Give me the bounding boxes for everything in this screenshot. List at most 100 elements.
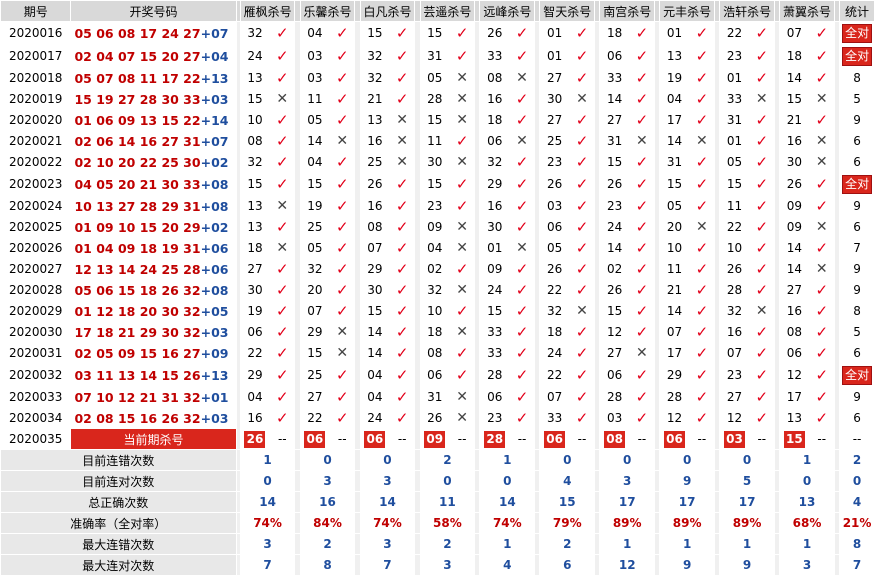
check-icon: ✓ <box>688 258 715 280</box>
check-icon: ✓ <box>389 21 416 45</box>
row-stat: 6 <box>839 407 875 429</box>
header-expert: 乐馨杀号 <box>299 0 356 22</box>
check-icon: ✓ <box>688 342 715 364</box>
kill-number: 07 <box>719 342 750 364</box>
draw-row: 2020022 02 10 20 22 25 30+02 32 ✓ 04 ✓ 25 ✕ 30 ✕ 3… <box>0 151 875 173</box>
header-row: 期号 开奖号码 雁枫杀号 乐馨杀号 白凡杀号 芸遥杀号 远峰杀号 智天杀号 南宫… <box>0 0 875 22</box>
current-dash: -- <box>808 428 835 450</box>
cross-icon: ✕ <box>508 67 536 89</box>
check-icon: ✓ <box>329 258 356 280</box>
check-icon: ✓ <box>688 88 715 110</box>
current-kill: 03 <box>719 428 750 450</box>
row-stat: 9 <box>839 195 875 217</box>
stat-value: 7 <box>239 554 296 576</box>
check-icon: ✓ <box>508 44 536 68</box>
check-icon: ✓ <box>269 321 296 343</box>
row-stat: 6 <box>839 130 875 152</box>
kill-number: 05 <box>659 195 690 217</box>
check-icon: ✓ <box>329 109 356 131</box>
kill-number: 24 <box>359 407 391 429</box>
check-icon: ✓ <box>688 109 715 131</box>
stat-value: 3 <box>359 533 416 555</box>
kill-number: 28 <box>479 363 510 387</box>
kill-number: 33 <box>539 407 570 429</box>
kill-number: 14 <box>359 321 391 343</box>
blue-ball: +07 <box>200 25 229 41</box>
check-icon: ✓ <box>329 237 356 259</box>
draw-row: 2020018 05 07 08 11 17 22+13 13 ✓ 03 ✓ 32 ✓ 05 ✕ 0… <box>0 67 875 89</box>
check-icon: ✓ <box>568 407 596 429</box>
stat-value: 3 <box>419 554 476 576</box>
kill-number: 24 <box>479 279 510 301</box>
issue-number: 2020026 <box>0 237 72 259</box>
kill-number: 26 <box>719 258 750 280</box>
check-icon: ✓ <box>329 21 356 45</box>
current-kill: 26 <box>239 428 271 450</box>
check-icon: ✓ <box>808 342 835 364</box>
kill-number: 15 <box>479 300 510 322</box>
check-icon: ✓ <box>329 151 356 173</box>
kill-number: 27 <box>239 258 271 280</box>
stat-value: 14 <box>479 491 536 513</box>
current-dash: -- <box>748 428 775 450</box>
stat-label: 准确率（全对率） <box>0 512 237 534</box>
kill-number: 20 <box>299 279 331 301</box>
draw-row: 2020028 05 06 15 18 26 32+08 30 ✓ 20 ✓ 30 ✓ 32 ✕ 2… <box>0 279 875 301</box>
stat-value: 58% <box>419 512 476 534</box>
current-kill-number: 08 <box>604 430 626 448</box>
blue-ball: +03 <box>200 410 229 426</box>
issue-number: 2020030 <box>0 321 72 343</box>
check-icon: ✓ <box>748 130 775 152</box>
kill-number: 07 <box>299 300 331 322</box>
kill-number: 04 <box>239 386 271 408</box>
kill-number: 14 <box>659 130 690 152</box>
kill-number: 24 <box>239 44 271 68</box>
stat-value: 1 <box>779 533 835 555</box>
check-icon: ✓ <box>508 195 536 217</box>
check-icon: ✓ <box>389 216 416 238</box>
current-kill-number: 28 <box>484 430 506 448</box>
stat-value: 14 <box>239 491 296 513</box>
check-icon: ✓ <box>628 195 656 217</box>
kill-number: 01 <box>479 237 510 259</box>
kill-number: 16 <box>779 300 810 322</box>
check-icon: ✓ <box>568 279 596 301</box>
red-balls: 05 06 08 17 24 27 <box>74 25 201 41</box>
stat-value: 1 <box>659 533 715 555</box>
stat-value: 79% <box>539 512 596 534</box>
kill-number: 26 <box>419 407 450 429</box>
red-balls: 01 12 18 20 30 32 <box>74 303 201 319</box>
kill-number: 08 <box>479 67 510 89</box>
check-icon: ✓ <box>628 88 656 110</box>
winning-numbers: 17 18 21 29 30 32+03 <box>70 321 237 343</box>
stat-value: 74% <box>239 512 296 534</box>
kill-number: 15 <box>659 172 690 196</box>
cross-icon: ✕ <box>329 342 356 364</box>
check-icon: ✓ <box>688 195 715 217</box>
kill-number: 10 <box>659 237 690 259</box>
check-icon: ✓ <box>448 44 476 68</box>
kill-number: 18 <box>539 321 570 343</box>
row-stat: 7 <box>839 237 875 259</box>
stat-value: 0 <box>479 470 536 492</box>
kill-number: 18 <box>599 21 630 45</box>
kill-number: 33 <box>719 88 750 110</box>
cross-icon: ✕ <box>568 88 596 110</box>
check-icon: ✓ <box>688 21 715 45</box>
check-icon: ✓ <box>628 151 656 173</box>
kill-number: 06 <box>599 363 630 387</box>
header-expert: 南宫杀号 <box>599 0 656 22</box>
stat-value: 0 <box>419 470 476 492</box>
check-icon: ✓ <box>808 172 835 196</box>
kill-number: 23 <box>539 151 570 173</box>
stat-value: 0 <box>239 470 296 492</box>
kill-number: 12 <box>659 407 690 429</box>
stat-value: 4 <box>539 470 596 492</box>
stat-value: 1 <box>719 533 775 555</box>
kill-number: 27 <box>599 109 630 131</box>
kill-number: 14 <box>599 88 630 110</box>
kill-number: 18 <box>419 321 450 343</box>
cross-icon: ✕ <box>808 88 835 110</box>
kill-number: 05 <box>539 237 570 259</box>
stat-value: 12 <box>599 554 656 576</box>
